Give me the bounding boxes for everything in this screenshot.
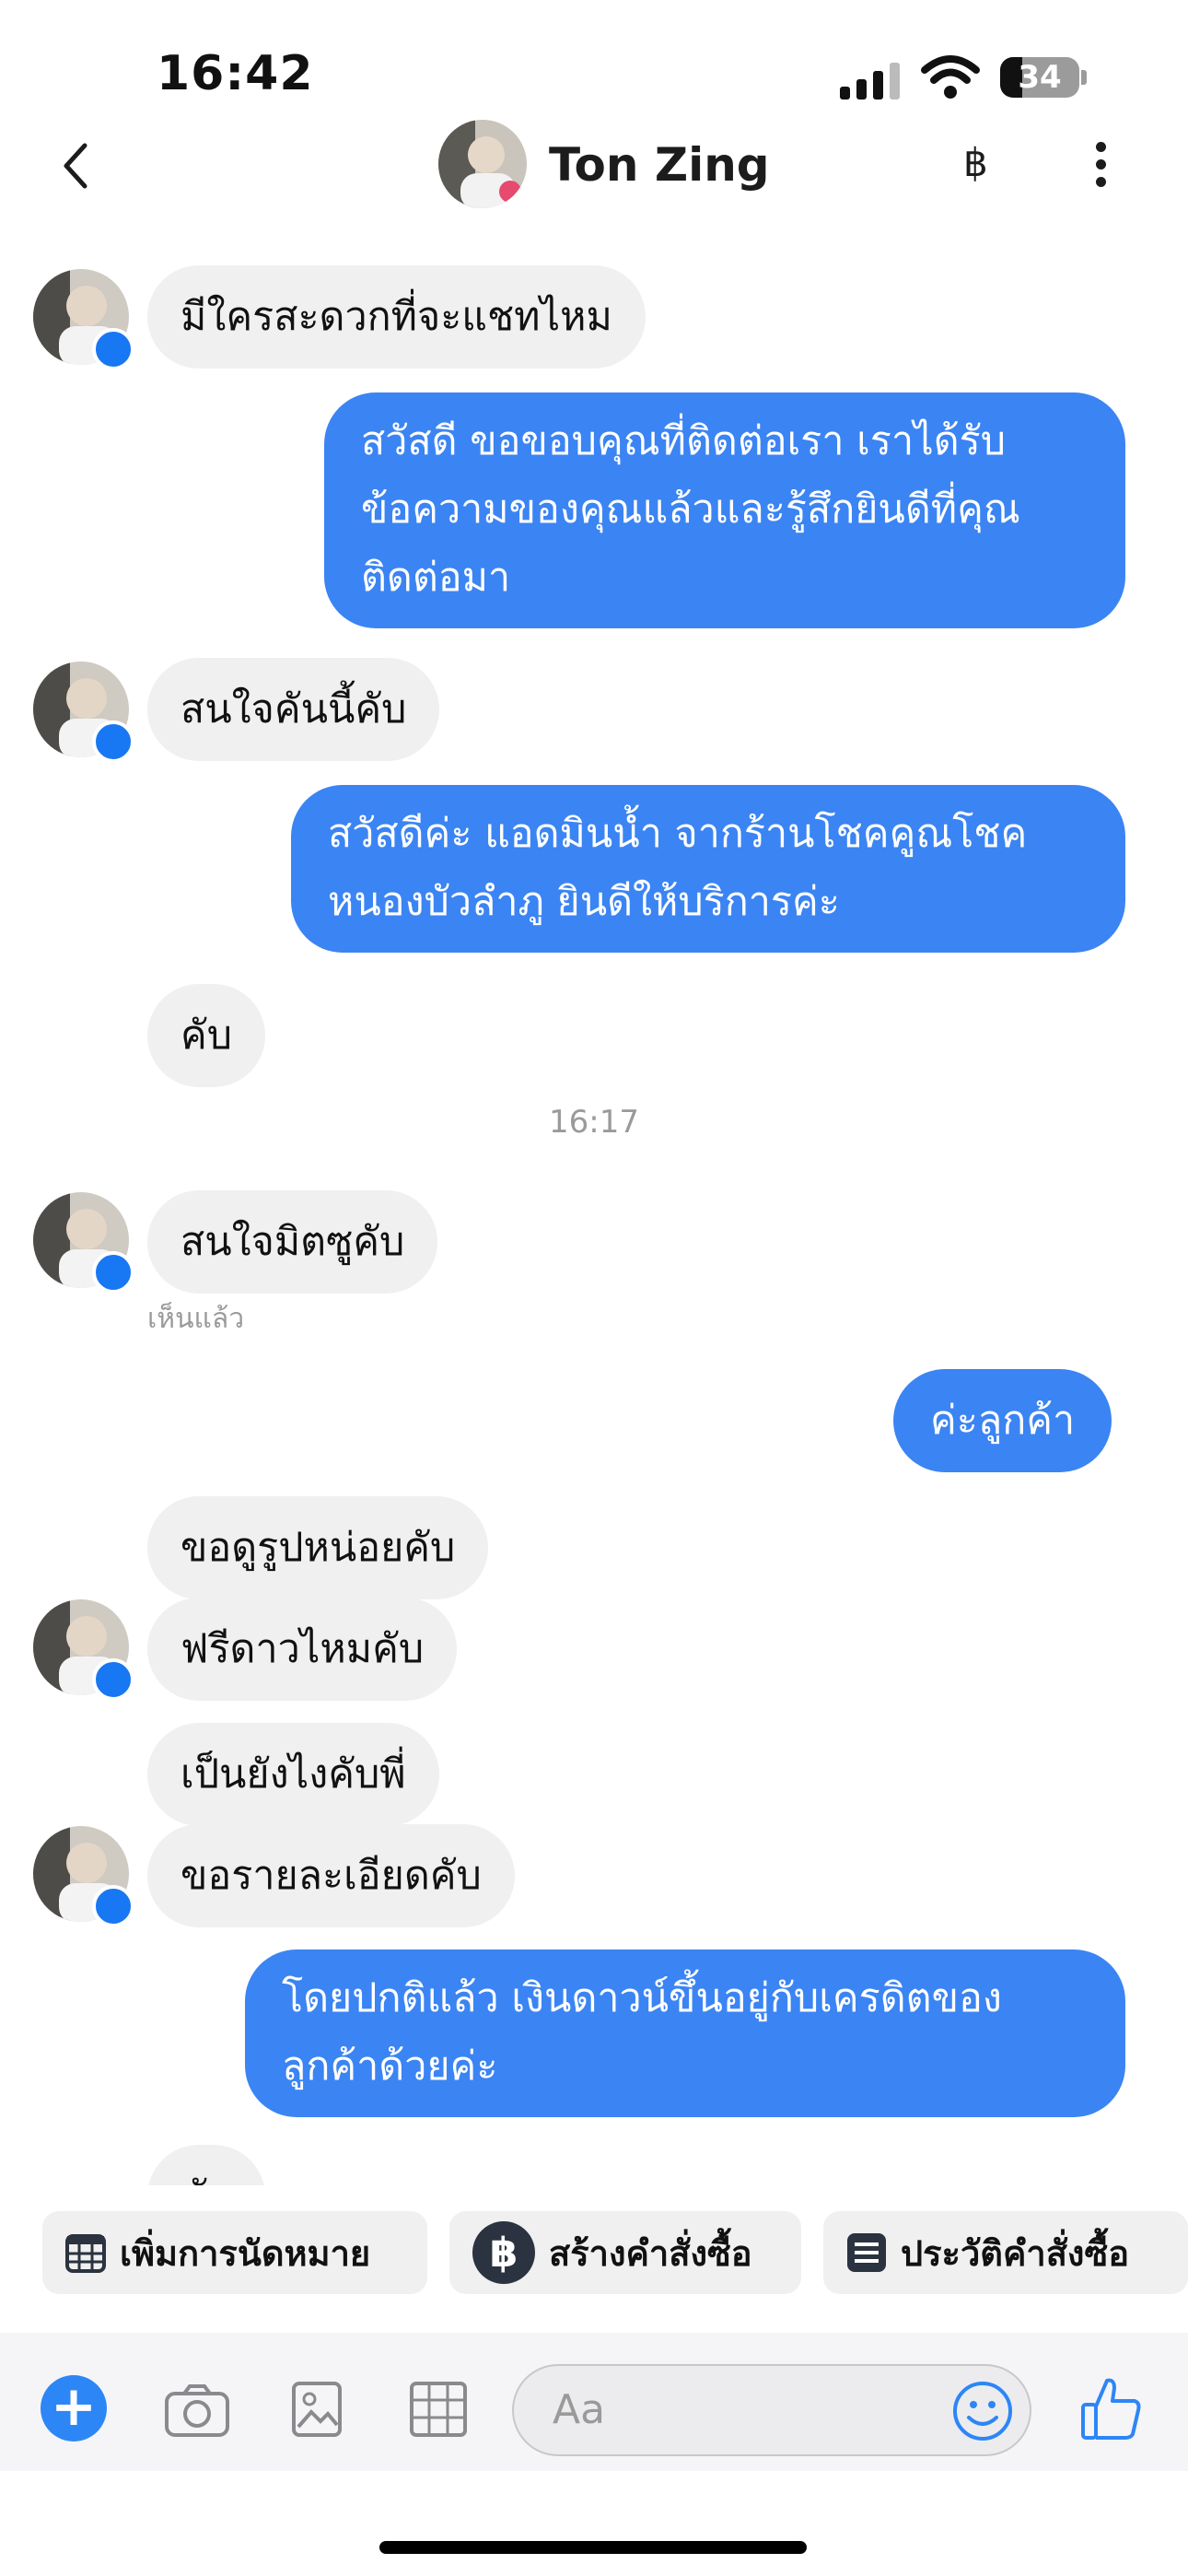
messenger-badge-icon [92, 1885, 134, 1927]
message-bubble-incoming[interactable]: ขอรายละเอียดคับ [147, 1824, 515, 1927]
seen-indicator: เห็นแล้ว [147, 1303, 245, 1335]
svg-text:฿: ฿ [490, 2230, 518, 2277]
message-line: หนองบัวลำภู ยินดีให้บริการค่ะ [328, 879, 840, 925]
chip-label: ประวัติคำสั่งซื้อ [901, 2232, 1130, 2274]
image-icon[interactable] [291, 2381, 343, 2438]
back-chevron-icon[interactable] [57, 138, 94, 193]
thumbs-up-icon[interactable] [1079, 2375, 1144, 2441]
more-options-icon[interactable] [1096, 142, 1107, 188]
message-input-placeholder: Aa [553, 2386, 606, 2433]
messenger-badge-icon [92, 1658, 134, 1701]
plus-icon[interactable]: + [41, 2375, 107, 2441]
message-bubble-incoming[interactable]: คับ [147, 2145, 266, 2185]
contact-name[interactable]: Ton Zing [549, 138, 770, 192]
messenger-badge-icon [92, 328, 134, 370]
camera-icon[interactable] [164, 2383, 230, 2438]
message-bubble-incoming[interactable]: สนใจมิตซูคับ [147, 1190, 438, 1294]
partial-message-container: คับ [147, 2145, 276, 2185]
message-bubble-outgoing[interactable]: โดยปกติแล้ว เงินดาวน์ขึ้นอยู่กับเครดิตขอ… [245, 1950, 1125, 2117]
baht-button[interactable]: ฿ [963, 140, 988, 185]
list-icon [847, 2233, 886, 2272]
chip-label: เพิ่มการนัดหมาย [120, 2232, 371, 2274]
battery-level: 34 [1018, 59, 1062, 96]
wifi-icon [921, 55, 980, 99]
baht-circle-icon: ฿ [472, 2221, 535, 2284]
home-indicator [379, 2541, 807, 2554]
messenger-badge-icon [92, 1251, 134, 1294]
grid-icon[interactable] [409, 2381, 468, 2438]
chip-label: สร้างคำสั่งซื้อ [549, 2232, 752, 2274]
message-bubble-incoming[interactable]: คับ [147, 984, 266, 1087]
message-bubble-incoming[interactable]: ขอดูรูปหน่อยคับ [147, 1496, 489, 1599]
message-line: ข้อความของคุณแล้วและรู้สึกยินดีที่คุณ [361, 486, 1020, 533]
battery-nub [1081, 70, 1087, 85]
message-line: ลูกค้าด้วยค่ะ [282, 2043, 498, 2090]
message-bubble-incoming[interactable]: มีใครสะดวกที่จะแชทไหม [147, 265, 646, 369]
status-time: 16:42 [157, 46, 314, 101]
emoji-icon[interactable] [952, 2381, 1013, 2441]
message-line: ติดต่อมา [361, 555, 511, 601]
contact-avatar[interactable] [438, 120, 527, 208]
message-bubble-outgoing[interactable]: ค่ะลูกค้า [893, 1369, 1112, 1472]
message-bubble-outgoing[interactable]: สวัสดี ขอขอบคุณที่ติดต่อเรา เราได้รับ ข้… [324, 392, 1125, 628]
calendar-icon [65, 2234, 106, 2273]
order-history-chip[interactable]: ประวัติคำสั่งซื้อ [823, 2211, 1188, 2294]
message-line: โดยปกติแล้ว เงินดาวน์ขึ้นอยู่กับเครดิตขอ… [282, 1975, 1002, 2021]
message-line: สวัสดี ขอขอบคุณที่ติดต่อเรา เราได้รับ [361, 418, 1007, 464]
create-order-chip[interactable]: ฿ สร้างคำสั่งซื้อ [449, 2211, 801, 2294]
cellular-signal-icon [840, 59, 904, 100]
message-bubble-incoming[interactable]: เป็นยังไงคับพี่ [147, 1723, 439, 1826]
add-appointment-chip[interactable]: เพิ่มการนัดหมาย [42, 2211, 427, 2294]
message-line: สวัสดีค่ะ แอดมินน้ำ จากร้านโชคคูณโชค [328, 811, 1028, 857]
time-separator: 16:17 [549, 1104, 639, 1141]
battery-icon: 34 [1000, 57, 1079, 98]
messenger-badge-icon [92, 720, 134, 763]
message-bubble-incoming[interactable]: ฟรีดาวไหมคับ [147, 1598, 458, 1701]
message-bubble-outgoing[interactable]: สวัสดีค่ะ แอดมินน้ำ จากร้านโชคคูณโชค หนอ… [291, 785, 1125, 953]
message-bubble-incoming[interactable]: สนใจคันนี้คับ [147, 658, 440, 761]
